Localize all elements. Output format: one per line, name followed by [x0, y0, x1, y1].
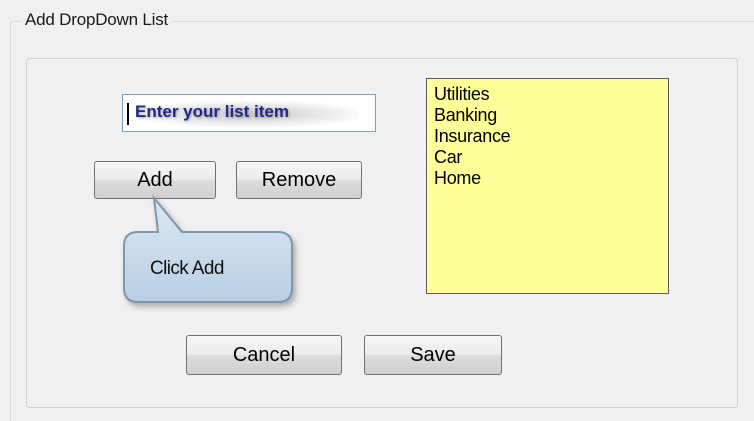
- dropdown-items-listbox[interactable]: Utilities Banking Insurance Car Home: [426, 78, 669, 294]
- groupbox-left-border: [10, 21, 11, 421]
- cancel-button-label: Cancel: [232, 344, 296, 366]
- save-button-label: Save: [410, 344, 456, 366]
- list-item-input-placeholder: Enter your list item: [135, 102, 289, 121]
- callout-text: Click Add: [150, 258, 224, 279]
- stage: Add DropDown List Enter your list item A…: [0, 0, 754, 421]
- list-item[interactable]: Car: [434, 147, 668, 168]
- add-button-label: Add: [137, 169, 173, 191]
- list-item[interactable]: Utilities: [434, 84, 668, 105]
- remove-button[interactable]: Remove: [236, 161, 362, 199]
- list-item[interactable]: Insurance: [434, 126, 668, 147]
- list-item[interactable]: Home: [434, 168, 668, 189]
- cancel-button[interactable]: Cancel: [186, 335, 342, 375]
- list-item-input[interactable]: Enter your list item: [122, 94, 376, 132]
- list-item[interactable]: Banking: [434, 105, 668, 126]
- text-caret: [127, 103, 129, 125]
- remove-button-label: Remove: [261, 169, 337, 191]
- save-button[interactable]: Save: [364, 335, 502, 375]
- add-button[interactable]: Add: [94, 161, 216, 199]
- groupbox-title: Add DropDown List: [22, 10, 173, 30]
